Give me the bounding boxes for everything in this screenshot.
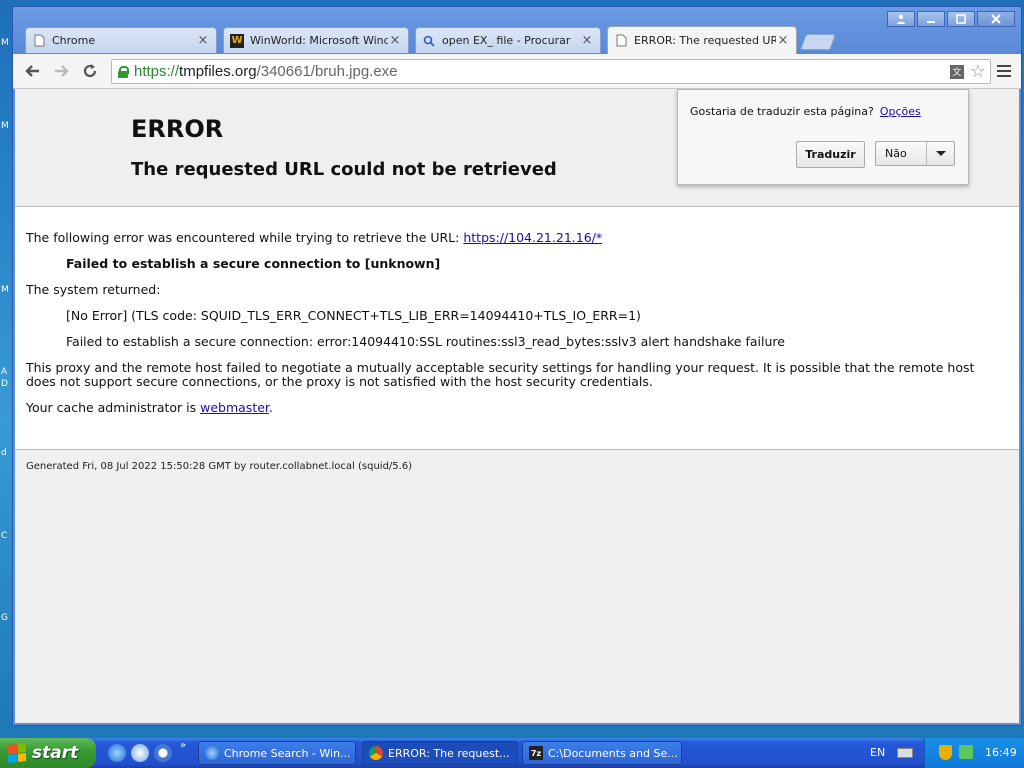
admin-prefix: Your cache administrator is [26, 400, 201, 415]
new-tab-button[interactable] [800, 34, 836, 50]
7zip-icon: 7z [529, 746, 543, 760]
task-chrome-search[interactable]: Chrome Search - Win... [198, 741, 356, 765]
page-content: ERROR The requested URL could not be ret… [15, 89, 1019, 723]
system-tray: 16:49 [924, 738, 1024, 768]
back-button[interactable] [21, 60, 43, 82]
desktop-label-fragment: C [1, 531, 8, 541]
desktop-label-fragment: M [1, 285, 9, 295]
forward-button[interactable] [51, 60, 73, 82]
title-bar: Chrome × W WinWorld: Microsoft Window × … [13, 7, 1021, 55]
outlook-quicklaunch-icon[interactable] [131, 744, 149, 762]
windows-logo-icon [8, 743, 26, 763]
lock-icon [118, 65, 129, 78]
translate-question-text: Gostaria de traduzir esta página? [690, 105, 874, 118]
tab-label: ERROR: The requested URL [634, 34, 776, 47]
translate-question: Gostaria de traduzir esta página? Opções [690, 105, 921, 118]
tab-search[interactable]: open EX_ file - Procurar × [415, 27, 601, 53]
search-icon [422, 34, 436, 48]
ie-quicklaunch-icon[interactable] [108, 744, 126, 762]
tab-chrome[interactable]: Chrome × [25, 27, 217, 53]
page-subtitle: The requested URL could not be retrieved [131, 159, 557, 180]
error-explanation-line-2: does not support secure connections, or … [26, 374, 653, 389]
failure-reason: Failed to establish a secure connection … [66, 256, 441, 271]
task-label: Chrome Search - Win... [224, 746, 351, 760]
chrome-icon [369, 746, 383, 760]
start-button[interactable]: start [0, 738, 96, 768]
quicklaunch-expand-icon[interactable]: » [180, 740, 186, 751]
task-label: C:\Documents and Se... [548, 746, 678, 760]
translate-icon[interactable]: 文 [949, 64, 964, 79]
webmaster-link[interactable]: webmaster [200, 400, 269, 415]
network-icon[interactable] [959, 745, 973, 759]
desktop-label-fragment: M [1, 38, 9, 48]
media-player-quicklaunch-icon[interactable] [154, 744, 172, 762]
error-intro-text: The following error was encountered whil… [26, 230, 464, 245]
tab-label: WinWorld: Microsoft Window [250, 34, 388, 47]
browser-toolbar: https://tmpfiles.org/340661/bruh.jpg.exe… [13, 54, 1021, 89]
user-icon[interactable] [887, 11, 915, 27]
task-chrome-error[interactable]: ERROR: The request... [362, 741, 518, 765]
chrome-menu-icon[interactable] [997, 65, 1011, 77]
desktop-label-fragment: D [1, 379, 8, 389]
page-icon [614, 34, 628, 48]
translate-button[interactable]: Traduzir [796, 141, 865, 168]
desktop-label-fragment: A [1, 367, 8, 377]
minimize-button[interactable] [917, 11, 945, 27]
error-detail: Failed to establish a secure connection:… [66, 334, 785, 349]
error-code: [No Error] (TLS code: SQUID_TLS_ERR_CONN… [66, 308, 641, 323]
no-translate-label: Não [885, 147, 907, 160]
close-tab-icon[interactable]: × [196, 33, 210, 48]
bookmark-star-icon[interactable]: ☆ [970, 61, 986, 82]
keyboard-icon[interactable] [897, 748, 913, 758]
start-label: start [32, 743, 79, 763]
reload-button[interactable] [79, 60, 101, 82]
error-intro-line: The following error was encountered whil… [26, 230, 602, 245]
close-tab-icon[interactable]: × [776, 33, 790, 48]
security-shield-icon[interactable] [939, 745, 952, 760]
tab-error-active[interactable]: ERROR: The requested URL × [607, 26, 797, 54]
url-scheme: https:// [134, 63, 180, 80]
language-indicator[interactable]: EN [870, 746, 885, 759]
close-tab-icon[interactable]: × [388, 33, 402, 48]
error-body: The following error was encountered whil… [15, 207, 1019, 450]
admin-suffix: . [268, 400, 273, 415]
generated-footer: Generated Fri, 08 Jul 2022 15:50:28 GMT … [26, 461, 413, 472]
tab-winworld[interactable]: W WinWorld: Microsoft Window × [223, 27, 409, 53]
clock[interactable]: 16:49 [985, 746, 1017, 759]
page-title: ERROR [131, 115, 224, 143]
taskbar: start » Chrome Search - Win... ERROR: Th… [0, 738, 1024, 768]
error-explanation-line-1: This proxy and the remote host failed to… [26, 360, 975, 375]
maximize-button[interactable] [947, 11, 975, 27]
chrome-window: Chrome × W WinWorld: Microsoft Window × … [12, 6, 1022, 726]
task-label: ERROR: The request... [388, 746, 510, 760]
ie-icon [205, 746, 219, 760]
translate-options-link[interactable]: Opções [880, 105, 921, 118]
address-bar[interactable]: https://tmpfiles.org/340661/bruh.jpg.exe… [111, 59, 991, 84]
url-path: /340661/bruh.jpg.exe [256, 63, 398, 80]
close-tab-icon[interactable]: × [580, 33, 594, 48]
desktop-label-fragment: d [1, 448, 7, 458]
winworld-icon: W [230, 33, 244, 48]
desktop-label-fragment: M [1, 121, 9, 131]
failed-url-link[interactable]: https://104.21.21.16/* [463, 230, 602, 245]
task-explorer-documents[interactable]: 7z C:\Documents and Se... [522, 741, 682, 765]
page-icon [32, 34, 46, 48]
system-returned-label: The system returned: [26, 282, 161, 297]
admin-line: Your cache administrator is webmaster. [26, 400, 273, 415]
url-host: tmpfiles.org [179, 63, 257, 80]
desktop-label-fragment: G [1, 613, 8, 623]
tab-label: Chrome [52, 34, 96, 47]
close-window-button[interactable] [977, 11, 1015, 27]
translate-bubble: Gostaria de traduzir esta página? Opções … [677, 89, 969, 185]
chevron-down-icon[interactable] [926, 142, 954, 165]
no-translate-button[interactable]: Não [875, 141, 955, 166]
tab-label: open EX_ file - Procurar [442, 34, 571, 47]
